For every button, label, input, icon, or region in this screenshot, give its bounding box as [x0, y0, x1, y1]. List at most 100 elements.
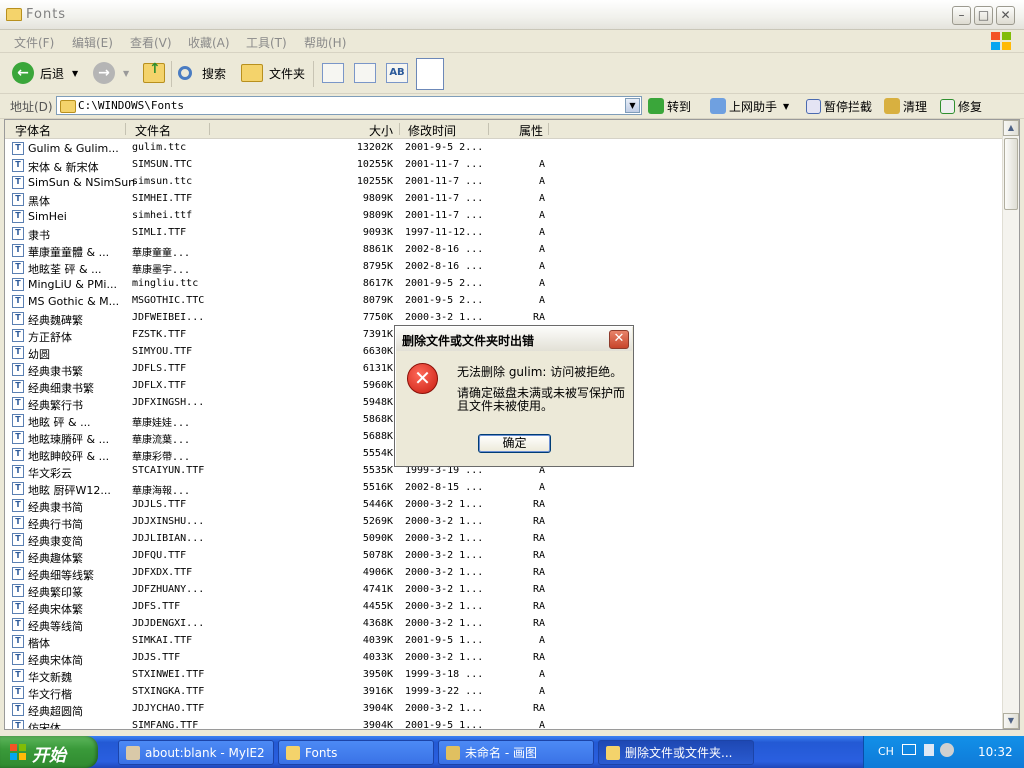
- address-input[interactable]: C:\WINDOWS\Fonts ▼: [56, 96, 642, 115]
- explorer-window: Fonts – □ ✕ 文件(F) 编辑(E) 查看(V) 收藏(A) 工具(T…: [0, 0, 1024, 736]
- size-cell: 3904K: [362, 720, 393, 730]
- language-indicator[interactable]: CH: [878, 745, 894, 758]
- view-tiles-button[interactable]: [354, 63, 376, 83]
- file-row[interactable]: T 楷体 SIMKAI.TTF 4039K 2001-9-5 1... A: [5, 633, 1003, 650]
- task-label: Fonts: [305, 745, 338, 760]
- menu-view[interactable]: 查看(V): [130, 34, 172, 51]
- file-row[interactable]: T 经典等线简 JDJDENGXI... 4368K 2000-3-2 1... RA: [5, 616, 1003, 633]
- vertical-scrollbar[interactable]: ▲ ▼: [1002, 120, 1019, 729]
- forward-button[interactable]: → ▼: [93, 61, 129, 85]
- menu-favorites[interactable]: 收藏(A): [188, 34, 230, 51]
- view-details-button[interactable]: [416, 58, 444, 90]
- view-list-button[interactable]: AB: [386, 63, 408, 83]
- file-row[interactable]: T 经典隶书简 JDJLS.TTF 5446K 2000-3-2 1... RA: [5, 497, 1003, 514]
- view-thumbnails-button[interactable]: [322, 63, 344, 83]
- modified-cell: 2000-3-2 1...: [405, 618, 484, 629]
- size-cell: 5868K: [362, 414, 393, 425]
- size-cell: 4368K: [362, 618, 393, 629]
- file-row[interactable]: T 经典宋体繁 JDFS.TTF 4455K 2000-3-2 1... RA: [5, 599, 1003, 616]
- menu-tools[interactable]: 工具(T): [246, 34, 287, 51]
- dialog-title-bar[interactable]: 删除文件或文件夹时出错 ✕: [396, 327, 632, 351]
- address-label: 地址(D): [10, 100, 53, 114]
- address-value: C:\WINDOWS\Fonts: [78, 99, 184, 112]
- file-row[interactable]: T SimSun & NSimSun simsun.ttc 10255K 2001-11…: [5, 174, 1003, 191]
- minimize-button[interactable]: –: [952, 6, 971, 25]
- file-row[interactable]: T 地眩荃 砰 & ... 華康墨宇... 8795K 2002-8-16 ... A: [5, 259, 1003, 276]
- truetype-font-icon: T: [12, 635, 24, 648]
- ok-button[interactable]: 确定: [478, 434, 551, 453]
- task-paint[interactable]: 未命名 - 画图: [438, 740, 594, 765]
- file-row[interactable]: T 华文行楷 STXINGKA.TTF 3916K 1999-3-22 ... A: [5, 684, 1003, 701]
- truetype-font-icon: T: [12, 703, 24, 716]
- scroll-up-button[interactable]: ▲: [1003, 120, 1019, 136]
- column-modified[interactable]: 修改时间: [408, 122, 456, 139]
- file-name-cell: STXINWEI.TTF: [132, 669, 205, 680]
- back-button[interactable]: ← 后退 ▼: [12, 61, 78, 85]
- column-size[interactable]: 大小: [369, 122, 393, 139]
- close-button[interactable]: ✕: [996, 6, 1015, 25]
- font-name-cell: 经典细等线繁: [28, 569, 94, 582]
- folders-button[interactable]: 文件夹: [241, 61, 305, 85]
- assistant-button[interactable]: 上网助手 ▼: [710, 97, 789, 115]
- menu-file[interactable]: 文件(F): [14, 34, 54, 51]
- file-row[interactable]: T 仿宋体 SIMFANG.TTF 3904K 2001-9-5 1... A: [5, 718, 1003, 730]
- repair-button[interactable]: 修复: [940, 97, 982, 115]
- start-button[interactable]: 开始: [0, 736, 98, 768]
- file-name-cell: SIMKAI.TTF: [132, 635, 193, 646]
- network-icon[interactable]: [924, 744, 934, 756]
- file-row[interactable]: T 经典细等线繁 JDFXDX.TTF 4906K 2000-3-2 1... RA: [5, 565, 1003, 582]
- file-name-cell: 華康海報...: [132, 486, 191, 497]
- search-button[interactable]: 搜索: [178, 61, 226, 85]
- file-row[interactable]: T 隶书 SIMLI.TTF 9093K 1997-11-12... A: [5, 225, 1003, 242]
- maximize-button[interactable]: □: [974, 6, 993, 25]
- file-name-cell: STCAIYUN.TTF: [132, 465, 205, 476]
- file-name-cell: SIMFANG.TTF: [132, 720, 199, 730]
- file-row[interactable]: T 经典宋体简 JDJS.TTF 4033K 2000-3-2 1... RA: [5, 650, 1003, 667]
- menu-help[interactable]: 帮助(H): [304, 34, 346, 51]
- folders-label: 文件夹: [269, 66, 306, 81]
- attributes-cell: A: [538, 482, 545, 493]
- dialog-close-button[interactable]: ✕: [609, 330, 629, 349]
- keyboard-icon[interactable]: [902, 744, 916, 755]
- file-row[interactable]: T 经典行书简 JDJXINSHU... 5269K 2000-3-2 1... RA: [5, 514, 1003, 531]
- file-row[interactable]: T 经典趣体繁 JDFQU.TTF 5078K 2000-3-2 1... RA: [5, 548, 1003, 565]
- task-fonts[interactable]: Fonts: [278, 740, 434, 765]
- scroll-thumb[interactable]: [1004, 138, 1018, 210]
- file-row[interactable]: T 黑体 SIMHEI.TTF 9809K 2001-11-7 ... A: [5, 191, 1003, 208]
- font-name-cell: 地眩瑓膌砰 & ...: [28, 433, 110, 446]
- file-row[interactable]: T 经典超圆简 JDJYCHAO.TTF 3904K 2000-3-2 1... RA: [5, 701, 1003, 718]
- speaker-icon[interactable]: [940, 743, 954, 757]
- file-name-cell: simsun.ttc: [132, 176, 193, 187]
- truetype-font-icon: T: [12, 380, 24, 393]
- up-folder-button[interactable]: ↑: [143, 61, 165, 85]
- file-name-cell: JDJDENGXI...: [132, 618, 205, 629]
- task-delete-error[interactable]: 删除文件或文件夹...: [598, 740, 754, 765]
- column-file-name[interactable]: 文件名: [135, 122, 171, 139]
- column-font-name[interactable]: 字体名: [15, 122, 51, 139]
- file-row[interactable]: T 经典隶变简 JDJLIBIAN... 5090K 2000-3-2 1... RA: [5, 531, 1003, 548]
- title-bar[interactable]: Fonts – □ ✕: [0, 0, 1024, 30]
- truetype-font-icon: T: [12, 686, 24, 699]
- scroll-down-button[interactable]: ▼: [1003, 713, 1019, 729]
- file-row[interactable]: T 华文新魏 STXINWEI.TTF 3950K 1999-3-18 ... A: [5, 667, 1003, 684]
- clean-button[interactable]: 清理: [884, 97, 927, 115]
- truetype-font-icon: T: [12, 482, 24, 495]
- file-row[interactable]: T 经典繁印篆 JDFZHUANY... 4741K 2000-3-2 1... RA: [5, 582, 1003, 599]
- address-dropdown-button[interactable]: ▼: [625, 98, 640, 113]
- column-attributes[interactable]: 属性: [519, 122, 543, 139]
- task-myie2[interactable]: about:blank - MyIE2: [118, 740, 274, 765]
- file-row[interactable]: T MS Gothic & M... MSGOTHIC.TTC 8079K 2001-9…: [5, 293, 1003, 310]
- file-row[interactable]: T 華康童童體 & ... 華康童童... 8861K 2002-8-16 ... A: [5, 242, 1003, 259]
- file-row[interactable]: T 宋体 & 新宋体 SIMSUN.TTC 10255K 2001-11-7 ... A: [5, 157, 1003, 174]
- popup-block-button[interactable]: 暂停拦截: [806, 97, 872, 115]
- file-row[interactable]: T Gulim & Gulim... gulim.ttc 13202K 2001-9-5…: [5, 140, 1003, 157]
- file-row[interactable]: T SimHei simhei.ttf 9809K 2001-11-7 ... A: [5, 208, 1003, 225]
- file-row[interactable]: T 地眩 厨砰W12... 華康海報... 5516K 2002-8-15 ... A: [5, 480, 1003, 497]
- task-label: 未命名 - 画图: [465, 746, 537, 760]
- modified-cell: 2001-11-7 ...: [405, 176, 484, 187]
- menu-edit[interactable]: 编辑(E): [72, 34, 113, 51]
- browser-icon: [126, 745, 140, 760]
- file-row[interactable]: T MingLiU & PMi... mingliu.ttc 8617K 2001-9-…: [5, 276, 1003, 293]
- modified-cell: 2000-3-2 1...: [405, 601, 484, 612]
- go-button[interactable]: 转到: [648, 97, 691, 115]
